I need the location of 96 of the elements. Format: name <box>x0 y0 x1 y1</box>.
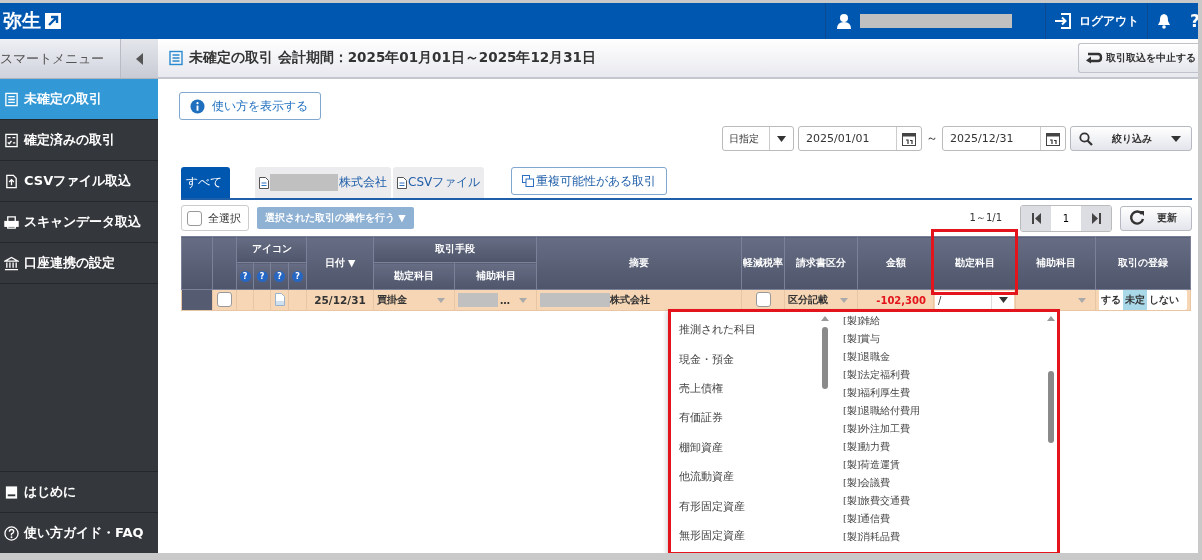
summary-cell: 株式会社 <box>540 293 738 307</box>
column-header: 取引手段 <box>373 236 537 263</box>
column-header: 補助科目 <box>454 262 537 290</box>
date-field[interactable]: 2025/01/01 <box>798 126 922 151</box>
column-header[interactable]: 日付 ▼ <box>306 236 374 290</box>
range-separator: ～ <box>926 130 938 147</box>
caret-icon <box>777 135 786 142</box>
account-item[interactable]: [製]消耗品費 <box>843 528 1045 546</box>
column-header: 請求書区分 <box>784 236 858 290</box>
column-header: アイコン <box>236 236 307 263</box>
date-field[interactable]: 2025/12/31 <box>942 126 1066 151</box>
document-icon <box>168 50 184 66</box>
account-item[interactable]: [製]退職金 <box>843 348 1045 366</box>
filter-button[interactable]: 絞り込み <box>1070 126 1192 151</box>
account-item[interactable]: [製]福利厚生費 <box>843 384 1045 402</box>
account-item[interactable]: [製]荷造運賃 <box>843 456 1045 474</box>
copy-icon <box>522 175 535 187</box>
account-item[interactable]: [製]会議費 <box>843 474 1045 492</box>
sidebar-item[interactable]: スキャンデータ取込 <box>0 202 158 243</box>
account-item[interactable]: [製]旅費交通費 <box>843 492 1045 510</box>
caret-icon <box>998 297 1008 303</box>
user-icon[interactable] <box>836 13 852 29</box>
help-badge[interactable]: ? <box>292 271 303 282</box>
category-item[interactable]: 推測された科目 <box>679 315 819 345</box>
account-item[interactable]: [製]外注加工費 <box>843 420 1045 438</box>
register-option[interactable]: 未定 <box>1123 290 1147 310</box>
refresh-button[interactable]: 更新 <box>1120 205 1192 231</box>
calendar-icon[interactable] <box>902 131 916 146</box>
header-cell <box>181 236 213 290</box>
help-badge[interactable]: ? <box>256 271 268 282</box>
select-all-checkbox[interactable]: 全選択 <box>181 205 249 231</box>
sidebar-item[interactable]: 使い方ガイド・FAQ <box>0 512 158 553</box>
category-item[interactable]: 有形固定資産 <box>679 491 819 521</box>
sidebar-item[interactable]: 確定済みの取引 <box>0 120 158 161</box>
result-range: 1～1/1 <box>969 211 1002 225</box>
checklist-icon <box>4 132 19 148</box>
register-option[interactable]: する <box>1099 290 1123 310</box>
caret-icon <box>1171 135 1181 142</box>
category-item[interactable]: 無形固定資産 <box>679 520 819 551</box>
help-badge[interactable]: ? <box>274 271 285 282</box>
account-item[interactable]: [製]退職給付費用 <box>843 402 1045 420</box>
calendar-icon[interactable] <box>1046 131 1060 146</box>
first-page-icon <box>1031 212 1041 224</box>
duplicate-button[interactable]: 重複可能性がある取引 <box>511 167 668 195</box>
column-header: 摘要 <box>536 236 742 290</box>
category-item[interactable]: 有価証券 <box>679 403 819 433</box>
book-icon <box>4 484 19 500</box>
source-tab[interactable]: 株式会社 <box>255 167 391 198</box>
source-tab[interactable]: すべて <box>181 167 230 198</box>
mode-select[interactable]: 日指定 <box>722 126 794 151</box>
info-icon <box>190 98 205 114</box>
sidebar-title: スマートメニュー <box>0 49 105 68</box>
column-header: 軽減税率 <box>741 236 785 290</box>
sidebar-item[interactable]: はじめに <box>0 471 158 512</box>
triangle-left-icon <box>135 52 144 65</box>
upload-file-icon <box>4 173 19 189</box>
last-page-icon <box>1091 212 1101 224</box>
category-item[interactable]: 他流動資産 <box>679 461 819 492</box>
account-item[interactable]: [製]賞与 <box>843 330 1045 348</box>
logo-arrow-icon <box>44 12 62 30</box>
sidebar-item[interactable]: 口座連携の設定 <box>0 243 158 284</box>
column-header: 補助科目 <box>1015 236 1096 290</box>
sidebar-item[interactable]: CSVファイル取込 <box>0 161 158 202</box>
list-icon <box>4 91 19 107</box>
bank-icon <box>4 255 19 271</box>
search-icon <box>1079 131 1093 146</box>
logo-text[interactable]: 弥生 <box>3 8 41 34</box>
collapse-button[interactable] <box>120 39 158 78</box>
reduced-tax-checkbox[interactable] <box>755 291 771 307</box>
help-mark[interactable]: ? <box>1180 3 1198 39</box>
last-page-button[interactable] <box>1081 205 1111 231</box>
file-icon <box>397 176 407 189</box>
return-arrow-icon <box>1085 52 1103 64</box>
refresh-icon <box>1129 210 1145 226</box>
column-header: 金額 <box>857 236 934 290</box>
page-title: 未確定の取引 会計期間：2025年01月01日～2025年12月31日 <box>189 49 596 67</box>
account-item[interactable]: [製]動力費 <box>843 438 1045 456</box>
stop-import-button[interactable]: 取引取込を中止する <box>1078 43 1198 73</box>
printer-icon <box>4 214 19 230</box>
category-item[interactable]: 売上債権 <box>679 373 819 404</box>
category-item[interactable]: 現金・預金 <box>679 344 819 374</box>
column-header: 取引の登録 <box>1095 236 1191 290</box>
account-item[interactable]: [製]通信費 <box>843 510 1045 528</box>
show-help-button[interactable]: 使い方を表示する <box>179 92 321 120</box>
source-tab[interactable]: CSVファイル <box>393 167 485 198</box>
bell-icon[interactable] <box>1156 13 1172 29</box>
file-icon <box>259 176 269 189</box>
row-checkbox[interactable] <box>217 291 232 307</box>
account-item[interactable]: [製]法定福利費 <box>843 366 1045 384</box>
account-item[interactable]: [製]雑給 <box>843 312 1045 330</box>
column-header: 勘定科目 <box>373 262 455 290</box>
help-badge[interactable]: ? <box>239 271 251 282</box>
first-page-button[interactable] <box>1021 205 1051 231</box>
help-circle-icon <box>4 525 19 541</box>
category-item[interactable]: 棚卸資産 <box>679 432 819 462</box>
logout-icon <box>1054 12 1072 30</box>
